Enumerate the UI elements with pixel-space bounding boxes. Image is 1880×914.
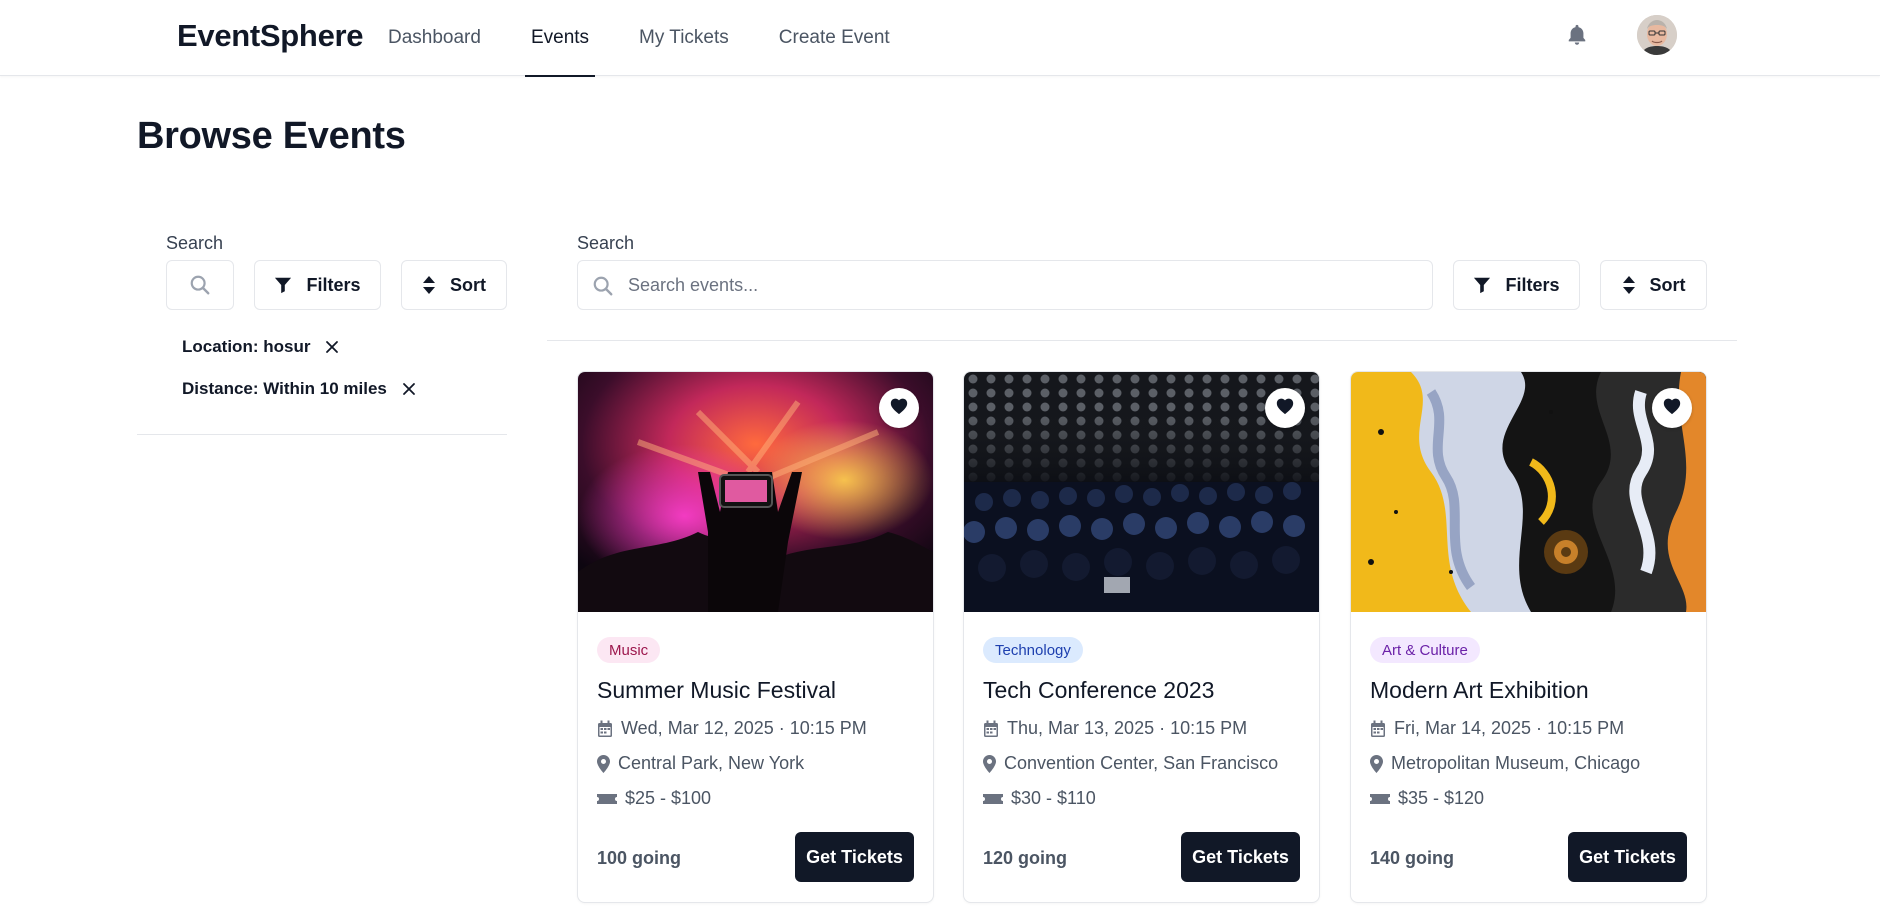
heart-icon <box>1275 397 1295 420</box>
event-date-row: Fri, Mar 14, 2025 · 10:15 PM <box>1370 718 1624 739</box>
search-icon <box>189 274 211 296</box>
event-price-row: $35 - $120 <box>1370 788 1484 809</box>
top-navbar: EventSphere Dashboard Events My Tickets … <box>0 0 1880 77</box>
bell-icon[interactable] <box>1566 23 1588 47</box>
ticket-icon <box>1370 792 1390 806</box>
active-filter-location: Location: hosur <box>182 337 340 357</box>
sidebar-filters-label: Filters <box>306 274 361 295</box>
close-icon[interactable] <box>324 339 340 355</box>
event-title[interactable]: Summer Music Festival <box>597 677 836 704</box>
event-date-row: Thu, Mar 13, 2025 · 10:15 PM <box>983 718 1247 739</box>
filters-label: Filters <box>1505 274 1560 295</box>
sidebar-divider <box>137 434 507 435</box>
category-badge: Technology <box>983 637 1083 663</box>
map-pin-icon <box>983 754 996 773</box>
sidebar-sort-label: Sort <box>450 274 486 295</box>
attendee-count: 100 going <box>597 848 682 868</box>
event-date: Fri, Mar 14, 2025 · 10:15 PM <box>1394 718 1625 738</box>
sort-icon <box>1622 275 1636 295</box>
calendar-icon <box>597 720 613 738</box>
favorite-button[interactable] <box>1652 388 1692 428</box>
filter-icon <box>1473 276 1491 294</box>
filters-button[interactable]: Filters <box>1453 260 1580 310</box>
event-date: Thu, Mar 13, 2025 · 10:15 PM <box>1007 718 1248 738</box>
favorite-button[interactable] <box>879 388 919 428</box>
active-filter-distance: Distance: Within 10 miles <box>182 379 417 399</box>
ticket-icon <box>597 792 617 806</box>
category-badge: Art & Culture <box>1370 637 1480 663</box>
event-price-row: $25 - $100 <box>597 788 711 809</box>
sidebar-search-label: Search <box>166 233 224 253</box>
map-pin-icon <box>1370 754 1383 773</box>
nav-dashboard[interactable]: Dashboard <box>380 0 489 76</box>
event-location: Convention Center, San Francisco <box>1004 753 1279 773</box>
calendar-icon <box>983 720 999 738</box>
search-input[interactable] <box>628 261 1418 309</box>
active-filter-label: Distance: Within 10 miles <box>182 379 387 398</box>
search-icon <box>592 275 614 302</box>
event-price: $30 - $110 <box>1011 788 1096 808</box>
event-date-row: Wed, Mar 12, 2025 · 10:15 PM <box>597 718 867 739</box>
event-location-row: Central Park, New York <box>597 753 804 774</box>
event-location: Metropolitan Museum, Chicago <box>1391 753 1641 773</box>
get-tickets-button[interactable]: Get Tickets <box>795 832 914 882</box>
event-date: Wed, Mar 12, 2025 · 10:15 PM <box>621 718 867 738</box>
map-pin-icon <box>597 754 610 773</box>
event-card-tech-conference[interactable]: Technology Tech Conference 2023 Thu, Mar… <box>963 371 1320 903</box>
main-nav: Dashboard Events My Tickets Create Event <box>380 0 932 77</box>
favorite-button[interactable] <box>1265 388 1305 428</box>
sidebar-search-button[interactable] <box>166 260 234 310</box>
heart-icon <box>889 397 909 420</box>
heart-icon <box>1662 397 1682 420</box>
nav-events[interactable]: Events <box>523 0 597 77</box>
nav-my-tickets[interactable]: My Tickets <box>631 0 737 76</box>
filter-icon <box>274 276 292 294</box>
event-card-summer-music-festival[interactable]: Music Summer Music Festival Wed, Mar 12,… <box>577 371 934 903</box>
avatar[interactable] <box>1637 15 1677 55</box>
event-price-row: $30 - $110 <box>983 788 1096 809</box>
attendee-count: 140 going <box>1370 848 1455 868</box>
page-title: Browse Events <box>137 115 406 157</box>
sort-label: Sort <box>1649 274 1686 295</box>
event-card-modern-art-exhibition[interactable]: Art & Culture Modern Art Exhibition Fri,… <box>1350 371 1707 903</box>
attendee-count: 120 going <box>983 848 1068 868</box>
calendar-icon <box>1370 720 1386 738</box>
brand-logo[interactable]: EventSphere <box>177 18 364 54</box>
sidebar-sort-button[interactable]: Sort <box>401 260 507 310</box>
event-location-row: Convention Center, San Francisco <box>983 753 1278 774</box>
ticket-icon <box>983 792 1003 806</box>
event-location-row: Metropolitan Museum, Chicago <box>1370 753 1640 774</box>
category-badge: Music <box>597 637 661 663</box>
sort-button[interactable]: Sort <box>1600 260 1707 310</box>
sort-icon <box>422 275 436 295</box>
event-price: $25 - $100 <box>625 788 712 808</box>
search-field[interactable] <box>577 260 1433 310</box>
active-filter-label: Location: hosur <box>182 337 311 356</box>
event-title[interactable]: Modern Art Exhibition <box>1370 677 1589 704</box>
get-tickets-button[interactable]: Get Tickets <box>1181 832 1300 882</box>
event-title[interactable]: Tech Conference 2023 <box>983 677 1214 704</box>
main-search-label: Search <box>577 233 635 253</box>
close-icon[interactable] <box>401 381 417 397</box>
main-divider <box>547 340 1737 341</box>
nav-create-event[interactable]: Create Event <box>771 0 898 76</box>
sidebar-filters-button[interactable]: Filters <box>254 260 381 310</box>
event-price: $35 - $120 <box>1398 788 1485 808</box>
event-location: Central Park, New York <box>618 753 805 773</box>
get-tickets-button[interactable]: Get Tickets <box>1568 832 1687 882</box>
